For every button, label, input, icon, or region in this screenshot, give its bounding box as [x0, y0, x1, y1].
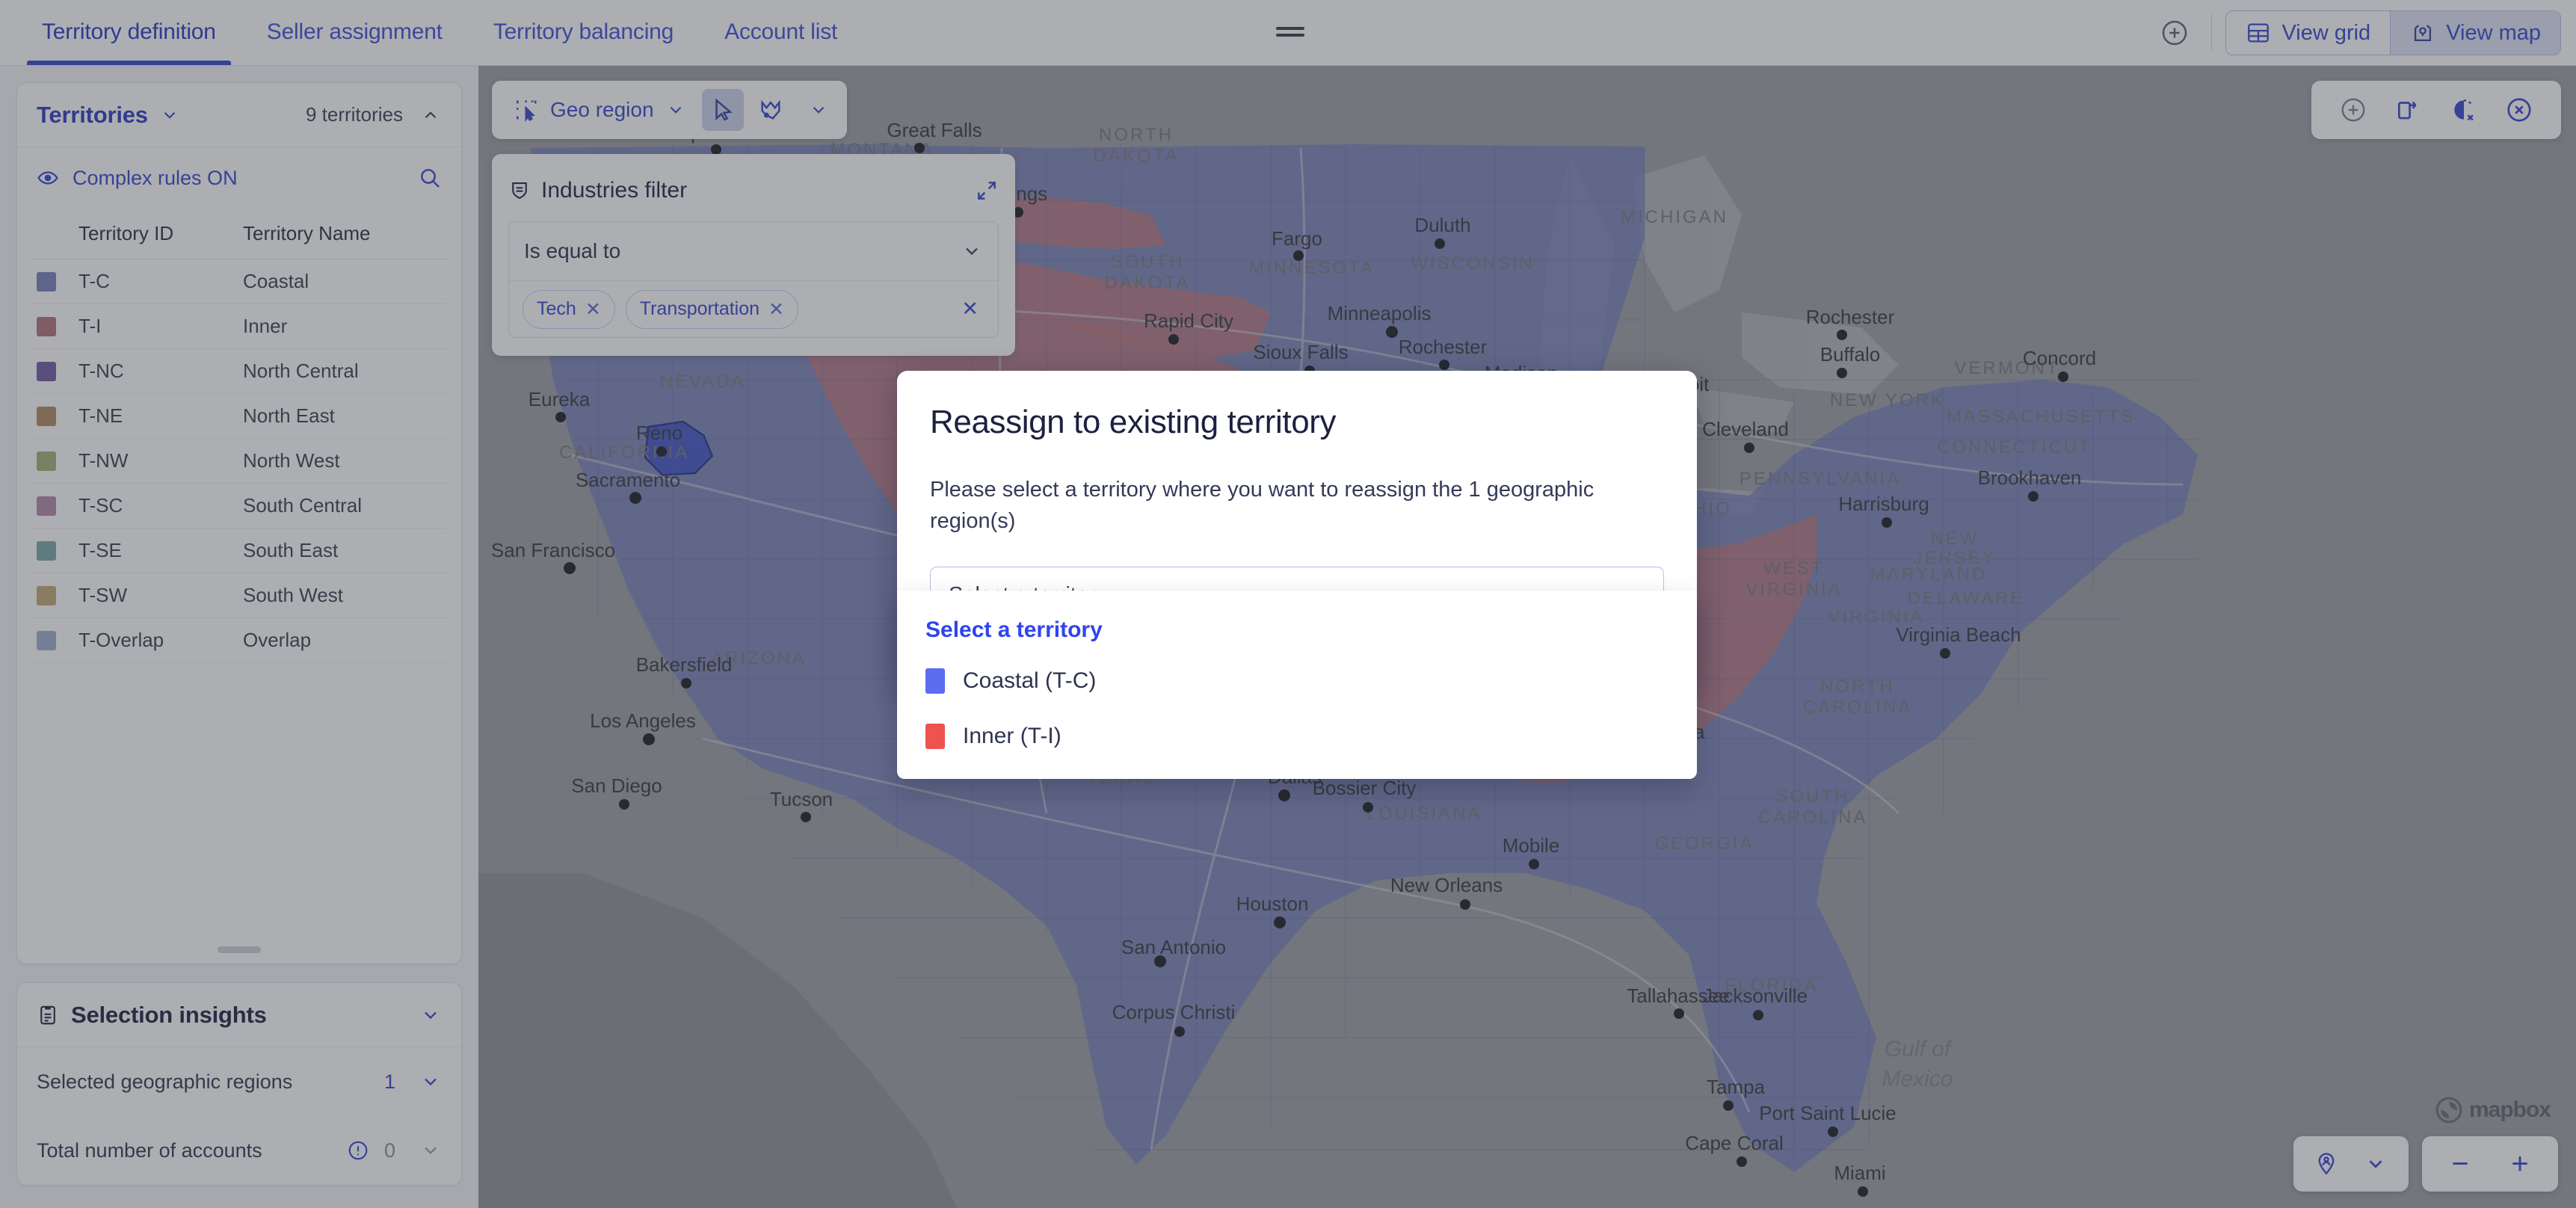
- app-root: Territory definition Seller assignment T…: [0, 0, 2576, 1208]
- territory-color-swatch: [925, 724, 945, 749]
- territory-select-dropdown: Select a territory Coastal (T-C) Inner (…: [897, 591, 1697, 779]
- dropdown-option-label: Inner (T-I): [963, 724, 1061, 748]
- dropdown-option-inner[interactable]: Inner (T-I): [897, 709, 1697, 764]
- dropdown-option-coastal[interactable]: Coastal (T-C): [897, 653, 1697, 709]
- dropdown-option-label: Coastal (T-C): [963, 668, 1097, 693]
- territory-color-swatch: [925, 668, 945, 694]
- modal-body-text: Please select a territory where you want…: [930, 478, 1594, 534]
- dropdown-header: Select a territory: [925, 617, 1103, 642]
- modal-title: Reassign to existing territory: [930, 404, 1337, 440]
